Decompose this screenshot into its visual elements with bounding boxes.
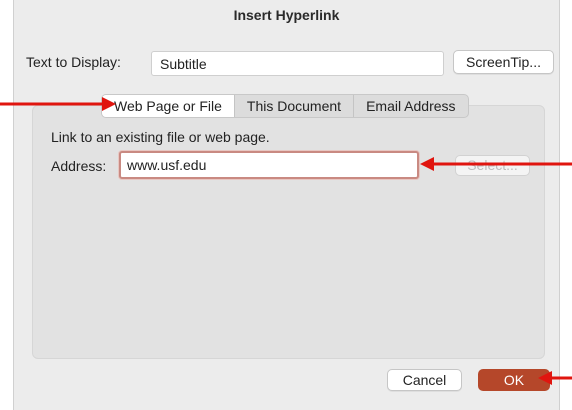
arrow-right-icon bbox=[0, 97, 116, 111]
link-type-tabs: Web Page or File This Document Email Add… bbox=[101, 94, 469, 118]
arrow-left-icon bbox=[538, 371, 572, 385]
link-instruction-text: Link to an existing file or web page. bbox=[51, 129, 270, 145]
screentip-button[interactable]: ScreenTip... bbox=[453, 50, 554, 74]
cancel-button[interactable]: Cancel bbox=[387, 369, 462, 391]
arrow-left-icon bbox=[420, 157, 572, 171]
insert-hyperlink-dialog: Insert Hyperlink Text to Display: Subtit… bbox=[13, 0, 560, 410]
tab-web-page-or-file[interactable]: Web Page or File bbox=[102, 95, 235, 117]
tab-this-document[interactable]: This Document bbox=[235, 95, 355, 117]
address-input[interactable]: www.usf.edu bbox=[119, 151, 419, 179]
tab-email-address[interactable]: Email Address bbox=[354, 95, 467, 117]
text-to-display-input[interactable]: Subtitle bbox=[151, 51, 444, 76]
text-to-display-label: Text to Display: bbox=[26, 54, 121, 70]
dialog-title: Insert Hyperlink bbox=[233, 7, 340, 23]
address-label: Address: bbox=[51, 158, 107, 174]
